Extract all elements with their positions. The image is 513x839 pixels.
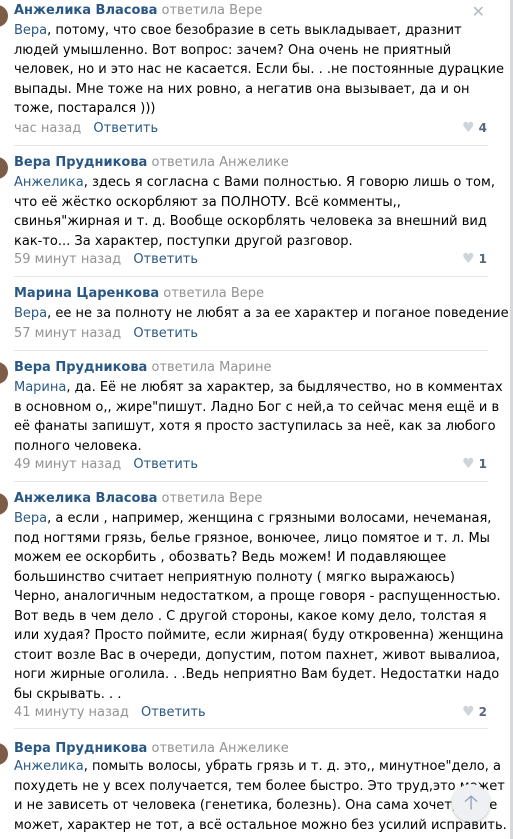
divider: [14, 276, 488, 277]
comment-text: Вера, потому, что свое безобразие в сеть…: [14, 23, 505, 116]
reply-target[interactable]: ответила Вере: [162, 3, 263, 18]
comment-header: Вера Прудникова ответила Анжелике: [14, 741, 289, 757]
comment-meta: 59 минут назад Ответить: [14, 252, 198, 268]
like-button[interactable]: ♥ 2: [462, 704, 487, 720]
author-name[interactable]: Вера Прудникова: [14, 360, 147, 375]
timestamp[interactable]: 49 минут назад: [14, 457, 121, 472]
like-button[interactable]: ♥ 1: [462, 251, 487, 267]
like-count: 2: [478, 705, 487, 719]
author-name[interactable]: Марина Царенкова: [14, 286, 159, 301]
comment-text: Вера, ее не за полноту не любят а за ее …: [14, 306, 513, 321]
divider: [14, 350, 488, 351]
like-count: 1: [478, 457, 487, 471]
comment-text: Марина, да. Её не любят за характер, за …: [14, 380, 503, 454]
mention-link[interactable]: Вера: [14, 511, 47, 526]
reply-button[interactable]: Ответить: [141, 705, 206, 720]
heart-icon: ♥: [462, 120, 475, 136]
comment-meta: 49 минут назад Ответить: [14, 457, 198, 473]
reply-button[interactable]: Ответить: [133, 252, 198, 267]
like-button[interactable]: ♥ 1: [462, 456, 487, 472]
comment-text: Анжелика, помыть волосы, убрать грязь и …: [14, 759, 507, 833]
comment-header: Анжелика Власова ответила Вере: [14, 491, 262, 507]
author-name[interactable]: Анжелика Власова: [14, 491, 157, 506]
comment-text: Анжелика, здесь я согласна с Вами полнос…: [14, 175, 495, 249]
comment-meta: 41 минуту назад Ответить: [14, 705, 206, 721]
mention-link[interactable]: Вера: [14, 306, 47, 321]
scroll-up-button[interactable]: 🡡: [452, 784, 490, 822]
reply-target[interactable]: ответила Анжелике: [151, 155, 288, 170]
like-count: 4: [478, 121, 487, 135]
reply-button[interactable]: Ответить: [93, 121, 158, 136]
author-name[interactable]: Анжелика Власова: [14, 3, 157, 18]
reply-button[interactable]: Ответить: [133, 457, 198, 472]
mention-link[interactable]: Марина: [14, 380, 66, 395]
timestamp[interactable]: час назад: [14, 121, 81, 136]
avatar[interactable]: [0, 157, 8, 179]
comment-header: Марина Царенкова ответила Вере: [14, 286, 264, 302]
author-name[interactable]: Вера Прудникова: [14, 741, 147, 756]
comment-text: Вера, а если , например, женщина с грязн…: [14, 511, 504, 702]
author-name[interactable]: Вера Прудникова: [14, 155, 147, 170]
reply-button[interactable]: Ответить: [133, 326, 198, 341]
mention-link[interactable]: Анжелика: [14, 759, 84, 774]
reply-target[interactable]: ответила Марине: [151, 360, 271, 375]
comment-header: Анжелика Власова ответила Вере: [14, 3, 262, 19]
divider: [14, 145, 488, 146]
heart-icon: ♥: [462, 456, 475, 472]
comment-meta: 57 минут назад Ответить: [14, 326, 198, 342]
reply-target[interactable]: ответила Вере: [162, 491, 263, 506]
heart-icon: ♥: [462, 704, 475, 720]
timestamp[interactable]: 59 минут назад: [14, 252, 121, 267]
avatar[interactable]: [0, 362, 8, 384]
close-icon[interactable]: ✕: [472, 2, 485, 21]
avatar[interactable]: [0, 743, 8, 765]
mention-link[interactable]: Анжелика: [14, 175, 84, 190]
comment-header: Вера Прудникова ответила Анжелике: [14, 155, 289, 171]
heart-icon: ♥: [462, 251, 475, 267]
timestamp[interactable]: 57 минут назад: [14, 326, 121, 341]
divider: [14, 728, 488, 729]
like-button[interactable]: ♥ 4: [462, 120, 487, 136]
mention-link[interactable]: Вера: [14, 23, 47, 38]
comment-meta: час назад Ответить: [14, 121, 158, 137]
like-count: 1: [478, 252, 487, 266]
avatar[interactable]: [0, 493, 8, 515]
arrow-up-icon: 🡡: [463, 790, 479, 814]
divider: [14, 481, 488, 482]
reply-target[interactable]: ответила Анжелике: [151, 741, 288, 756]
avatar[interactable]: [0, 5, 8, 27]
comment-header: Вера Прудникова ответила Марине: [14, 360, 271, 376]
reply-target[interactable]: ответила Вере: [163, 286, 264, 301]
timestamp[interactable]: 41 минуту назад: [14, 705, 129, 720]
